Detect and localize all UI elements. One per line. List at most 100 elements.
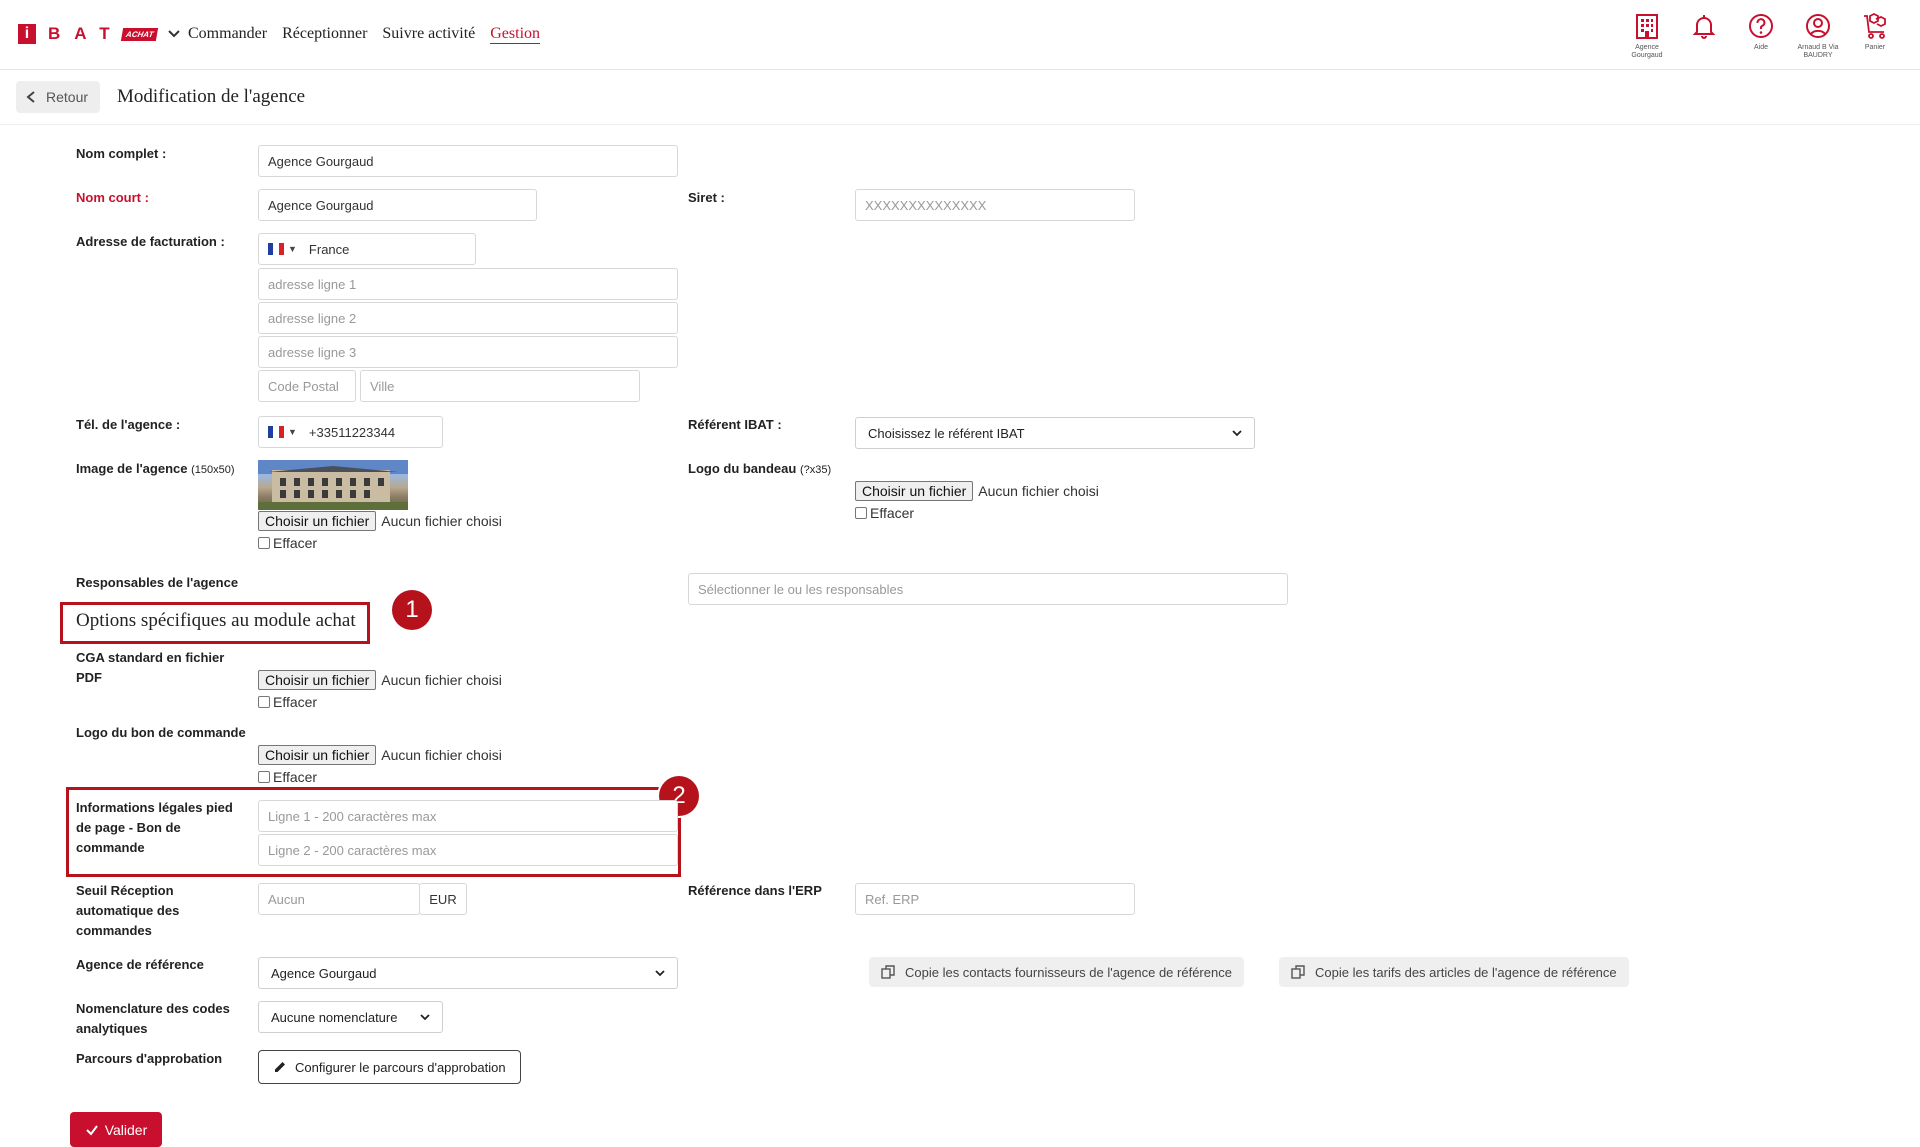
erp-label: Référence dans l'ERP bbox=[688, 883, 822, 898]
caret-down-icon: ▼ bbox=[288, 427, 297, 437]
effacer-label: Effacer bbox=[870, 505, 915, 521]
country-select[interactable]: ▼ France bbox=[258, 233, 476, 265]
section-title: Options spécifiques au module achat bbox=[76, 610, 356, 631]
nomenclature-select[interactable]: Aucune nomenclature bbox=[258, 1001, 443, 1033]
help-icon bbox=[1749, 14, 1773, 38]
agency-label: Agence Gourgaud bbox=[1631, 44, 1663, 59]
responsables-label: Responsables de l'agence bbox=[76, 575, 239, 590]
referent-label: Référent IBAT : bbox=[688, 417, 782, 432]
checkbox[interactable] bbox=[258, 537, 270, 549]
responsables-input[interactable]: Sélectionner le ou les responsables bbox=[688, 573, 1288, 605]
chevron-down-icon bbox=[420, 1014, 430, 1021]
page-title: Modification de l'agence bbox=[117, 86, 306, 107]
referent-value: Choisissez le référent IBAT bbox=[868, 425, 1025, 441]
cart-button[interactable]: Panier bbox=[1847, 12, 1903, 52]
building-icon bbox=[1636, 14, 1658, 39]
image-agence-effacer[interactable]: Effacer bbox=[258, 535, 317, 551]
adresse-ligne2-input[interactable]: adresse ligne 2 bbox=[258, 302, 678, 334]
infos-legales-ligne2-input[interactable]: Ligne 2 - 200 caractères max bbox=[258, 834, 678, 866]
file-status: Aucun fichier choisi bbox=[381, 672, 502, 688]
checkbox[interactable] bbox=[258, 696, 270, 708]
logo-text: BAT bbox=[48, 24, 124, 43]
bell-icon bbox=[1692, 15, 1716, 39]
notifications-button[interactable] bbox=[1676, 12, 1732, 40]
copy-contacts-button[interactable]: Copie les contacts fournisseurs de l'age… bbox=[869, 957, 1244, 987]
erp-input[interactable]: Ref. ERP bbox=[855, 883, 1135, 915]
pencil-icon bbox=[275, 1062, 285, 1072]
france-flag-icon bbox=[268, 426, 284, 438]
choose-file-button[interactable]: Choisir un fichier bbox=[258, 511, 377, 531]
france-flag-icon bbox=[268, 243, 284, 255]
seuil-label: Seuil Réception automatique des commande… bbox=[76, 883, 180, 938]
logo-bandeau-effacer[interactable]: Effacer bbox=[855, 505, 914, 521]
nav-gestion[interactable]: Gestion bbox=[490, 25, 541, 44]
agence-ref-select[interactable]: Agence Gourgaud bbox=[258, 957, 678, 989]
help-label: Aide bbox=[1753, 44, 1768, 51]
logo-bdc-label: Logo du bon de commande bbox=[76, 725, 246, 740]
copy-tarifs-button[interactable]: Copie les tarifs des articles de l'agenc… bbox=[1279, 957, 1629, 987]
code-postal-input[interactable]: Code Postal bbox=[258, 370, 356, 402]
referent-select[interactable]: Choisissez le référent IBAT bbox=[855, 417, 1255, 449]
copy-icon bbox=[1291, 965, 1305, 979]
copy-tarifs-label: Copie les tarifs des articles de l'agenc… bbox=[1315, 964, 1617, 980]
siret-input[interactable]: XXXXXXXXXXXXXX bbox=[855, 189, 1135, 221]
nom-court-input[interactable]: Agence Gourgaud bbox=[258, 189, 537, 221]
nom-court-label: Nom court : bbox=[76, 190, 149, 205]
agency-button[interactable]: Agence Gourgaud bbox=[1619, 12, 1675, 60]
user-menu-button[interactable]: Arnaud B Via BAUDRY bbox=[1790, 12, 1846, 60]
help-button[interactable]: Aide bbox=[1733, 12, 1789, 52]
chevron-down-icon[interactable] bbox=[167, 27, 181, 41]
nav-suivre-activite[interactable]: Suivre activité bbox=[382, 25, 475, 44]
valider-button[interactable]: Valider bbox=[70, 1112, 162, 1147]
image-agence-file: Choisir un fichier Aucun fichier choisi bbox=[258, 511, 502, 531]
checkbox[interactable] bbox=[258, 771, 270, 783]
seuil-input[interactable]: Aucun bbox=[258, 883, 420, 915]
infos-legales-ligne1-input[interactable]: Ligne 1 - 200 caractères max bbox=[258, 800, 678, 832]
choose-file-button[interactable]: Choisir un fichier bbox=[258, 745, 377, 765]
checkbox[interactable] bbox=[855, 507, 867, 519]
image-agence-label: Image de l'agence (150x50) bbox=[76, 461, 235, 476]
logo-bdc-file: Choisir un fichier Aucun fichier choisi bbox=[258, 745, 502, 765]
nav-commander[interactable]: Commander bbox=[188, 25, 267, 44]
ville-input[interactable]: Ville bbox=[360, 370, 640, 402]
configure-approval-button[interactable]: Configurer le parcours d'approbation bbox=[258, 1050, 521, 1084]
cga-label: CGA standard en fichier PDF bbox=[76, 650, 225, 685]
adresse-ligne3-input[interactable]: adresse ligne 3 bbox=[258, 336, 678, 368]
nom-complet-input[interactable]: Agence Gourgaud bbox=[258, 145, 678, 177]
user-icon bbox=[1806, 14, 1830, 38]
adresse-ligne1-input[interactable]: adresse ligne 1 bbox=[258, 268, 678, 300]
tel-input[interactable]: ▼ +33511223344 bbox=[258, 416, 443, 448]
choose-file-button[interactable]: Choisir un fichier bbox=[855, 481, 974, 501]
building-photo-icon bbox=[258, 460, 408, 510]
chevron-left-icon bbox=[26, 91, 35, 103]
nom-complet-label: Nom complet : bbox=[76, 146, 167, 161]
cga-file: Choisir un fichier Aucun fichier choisi bbox=[258, 670, 502, 690]
app-logo[interactable]: i BAT ACHAT bbox=[18, 24, 181, 44]
callout-badge-1: 1 bbox=[392, 590, 432, 630]
agency-image bbox=[258, 460, 408, 510]
adresse-label: Adresse de facturation : bbox=[76, 234, 225, 249]
user-label: Arnaud B Via BAUDRY bbox=[1797, 44, 1839, 59]
seuil-unit: EUR bbox=[419, 883, 467, 915]
logo-bdc-effacer[interactable]: Effacer bbox=[258, 769, 317, 785]
check-icon bbox=[86, 1124, 98, 1136]
parcours-label: Parcours d'approbation bbox=[76, 1051, 223, 1066]
file-status: Aucun fichier choisi bbox=[381, 513, 502, 529]
configure-approval-label: Configurer le parcours d'approbation bbox=[295, 1059, 506, 1075]
choose-file-button[interactable]: Choisir un fichier bbox=[258, 670, 377, 690]
agence-ref-label: Agence de référence bbox=[76, 957, 204, 972]
nav-receptionner[interactable]: Réceptionner bbox=[282, 25, 367, 44]
file-status: Aucun fichier choisi bbox=[381, 747, 502, 763]
siret-label: Siret : bbox=[688, 190, 725, 205]
infos-legales-label: Informations légales pied de page - Bon … bbox=[76, 800, 233, 855]
back-button[interactable]: Retour bbox=[16, 81, 100, 113]
cga-effacer[interactable]: Effacer bbox=[258, 694, 317, 710]
copy-icon bbox=[881, 965, 895, 979]
valider-label: Valider bbox=[104, 1121, 148, 1138]
nomenclature-label: Nomenclature des codes analytiques bbox=[76, 1001, 230, 1036]
logo-i-mark: i bbox=[18, 24, 36, 44]
main-nav: Commander Réceptionner Suivre activité G… bbox=[188, 25, 541, 44]
effacer-label: Effacer bbox=[273, 535, 318, 551]
cart-label: Panier bbox=[1864, 44, 1886, 51]
effacer-label: Effacer bbox=[273, 769, 318, 785]
